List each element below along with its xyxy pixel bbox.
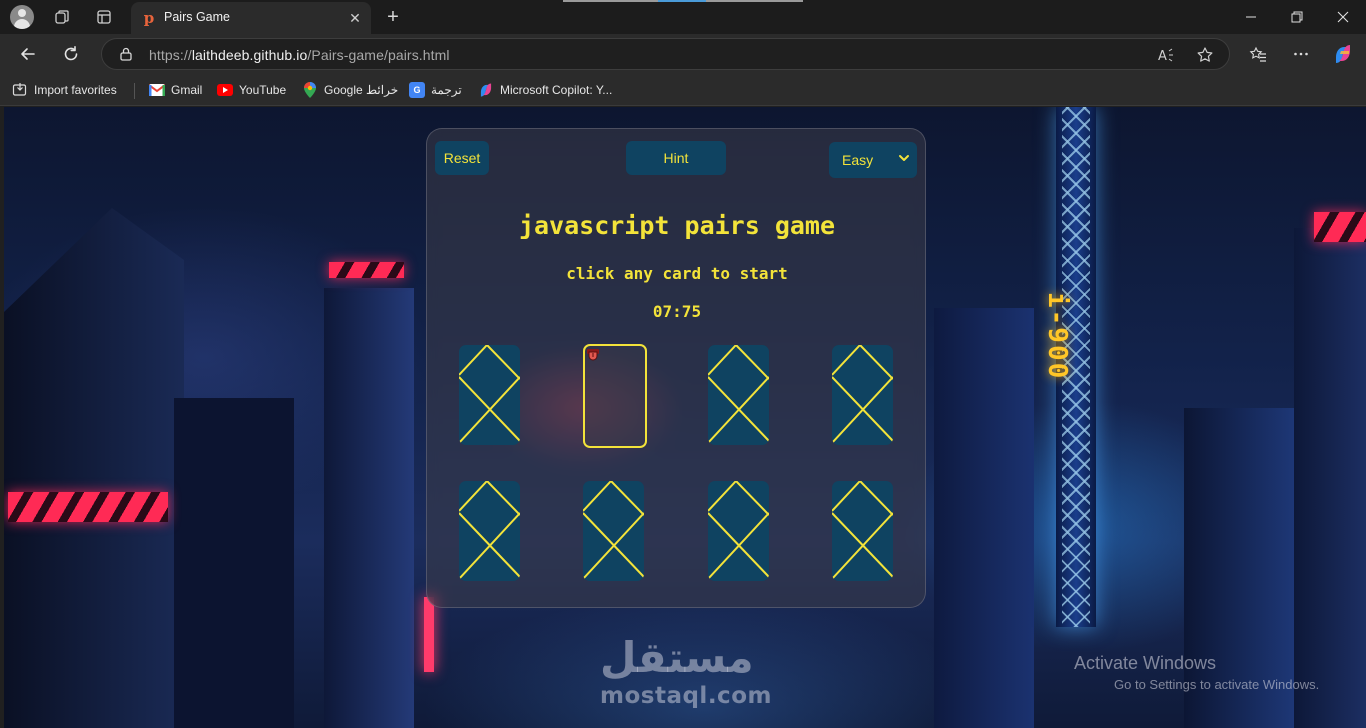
close-window-button[interactable] xyxy=(1320,0,1366,34)
card-back-pattern-icon xyxy=(832,481,893,580)
address-bar[interactable]: https://laithdeeb.github.io/Pairs-game/p… xyxy=(101,38,1230,70)
url-text[interactable]: https://laithdeeb.github.io/Pairs-game/p… xyxy=(149,47,450,63)
neon-sign-red xyxy=(8,492,168,522)
card-back-pattern-icon xyxy=(708,481,769,580)
tab-bar: p Pairs Game ✕ + xyxy=(0,0,1366,34)
mostaql-watermark: مستقل xyxy=(600,633,754,682)
tab-title: Pairs Game xyxy=(164,10,230,24)
minimize-window-button[interactable] xyxy=(1228,0,1274,34)
favorites-icon[interactable] xyxy=(1244,40,1272,68)
card-back-pattern-icon xyxy=(583,481,644,580)
favorite-star-icon[interactable] xyxy=(1194,44,1216,66)
bookmark-youtube[interactable]: YouTube xyxy=(217,81,286,99)
game-title: javascript pairs game xyxy=(518,211,836,240)
game-timer: 07:75 xyxy=(652,302,702,321)
card-5[interactable] xyxy=(459,481,520,581)
gmail-icon xyxy=(149,82,165,98)
game-panel: Reset Hint Easy javascript pairs game cl… xyxy=(426,128,926,608)
chevron-down-icon xyxy=(899,155,909,161)
card-4[interactable] xyxy=(832,345,893,445)
reset-button[interactable]: Reset xyxy=(435,141,489,175)
card-back-pattern-icon xyxy=(832,345,893,444)
bookmark-google-maps[interactable]: Google خرائط xyxy=(302,81,398,99)
card-2-flipped[interactable] xyxy=(583,344,647,448)
card-back-pattern-icon xyxy=(459,481,520,580)
neon-tower-text: i-900 xyxy=(1042,292,1072,381)
page-viewport: i-900 Reset Hint Easy javascript pairs g… xyxy=(4,107,1366,728)
active-tab[interactable]: p Pairs Game ✕ xyxy=(131,2,371,34)
card-3[interactable] xyxy=(708,345,769,445)
bookmarks-separator xyxy=(134,83,135,99)
close-tab-icon[interactable]: ✕ xyxy=(345,8,365,28)
card-6[interactable] xyxy=(583,481,644,581)
activate-windows-subtitle: Go to Settings to activate Windows. xyxy=(1114,677,1320,692)
mostaql-watermark-url: mostaql.com xyxy=(600,683,772,709)
neon-pole xyxy=(424,597,434,672)
restore-window-button[interactable] xyxy=(1274,0,1320,34)
difficulty-select[interactable]: Easy xyxy=(829,142,917,178)
background-building xyxy=(1294,228,1366,728)
google-maps-icon xyxy=(302,82,318,98)
refresh-button[interactable] xyxy=(57,40,85,68)
bookmark-gmail[interactable]: Gmail xyxy=(149,81,202,99)
browser-toolbar: https://laithdeeb.github.io/Pairs-game/p… xyxy=(0,34,1366,74)
tab-strip-indicator-accent xyxy=(658,0,706,2)
read-aloud-icon[interactable]: A xyxy=(1155,44,1177,66)
copilot-icon[interactable] xyxy=(1329,40,1357,68)
pairs-game-favicon: p xyxy=(143,9,155,27)
difficulty-value: Easy xyxy=(842,152,874,168)
svg-text:A: A xyxy=(1158,49,1167,63)
new-tab-button[interactable]: + xyxy=(381,5,405,29)
profile-avatar[interactable] xyxy=(10,5,34,29)
card-back-pattern-icon xyxy=(459,345,520,444)
bookmark-import-favorites[interactable]: Import favorites xyxy=(12,81,117,99)
bookmarks-bar: Import favorites Gmail YouTube Google خر… xyxy=(0,74,1366,106)
copilot-icon xyxy=(478,82,494,98)
workspaces-icon[interactable] xyxy=(50,5,74,29)
more-options-icon[interactable] xyxy=(1287,40,1315,68)
neon-sign-red xyxy=(329,262,404,278)
background-building xyxy=(4,208,184,728)
game-instructions: click any card to start xyxy=(566,264,788,283)
neon-sign-red xyxy=(1314,212,1366,242)
bookmark-microsoft-copilot[interactable]: Microsoft Copilot: Y... xyxy=(478,81,612,99)
activate-windows-title: Activate Windows xyxy=(1074,653,1217,673)
lock-icon[interactable] xyxy=(118,46,134,62)
tongue-emoji-icon xyxy=(587,349,599,361)
card-back-pattern-icon xyxy=(708,345,769,444)
card-1[interactable] xyxy=(459,345,520,445)
background-building xyxy=(174,398,294,728)
vertical-tabs-icon[interactable] xyxy=(92,5,116,29)
youtube-icon xyxy=(217,84,233,96)
google-translate-icon: G xyxy=(409,82,425,98)
bookmark-google-translate[interactable]: G ترجمة xyxy=(409,81,462,99)
background-building xyxy=(934,308,1034,728)
hint-button[interactable]: Hint xyxy=(626,141,726,175)
back-button[interactable] xyxy=(14,40,42,68)
import-icon xyxy=(12,82,28,98)
background-building xyxy=(324,288,414,728)
card-7[interactable] xyxy=(708,481,769,581)
card-8[interactable] xyxy=(832,481,893,581)
